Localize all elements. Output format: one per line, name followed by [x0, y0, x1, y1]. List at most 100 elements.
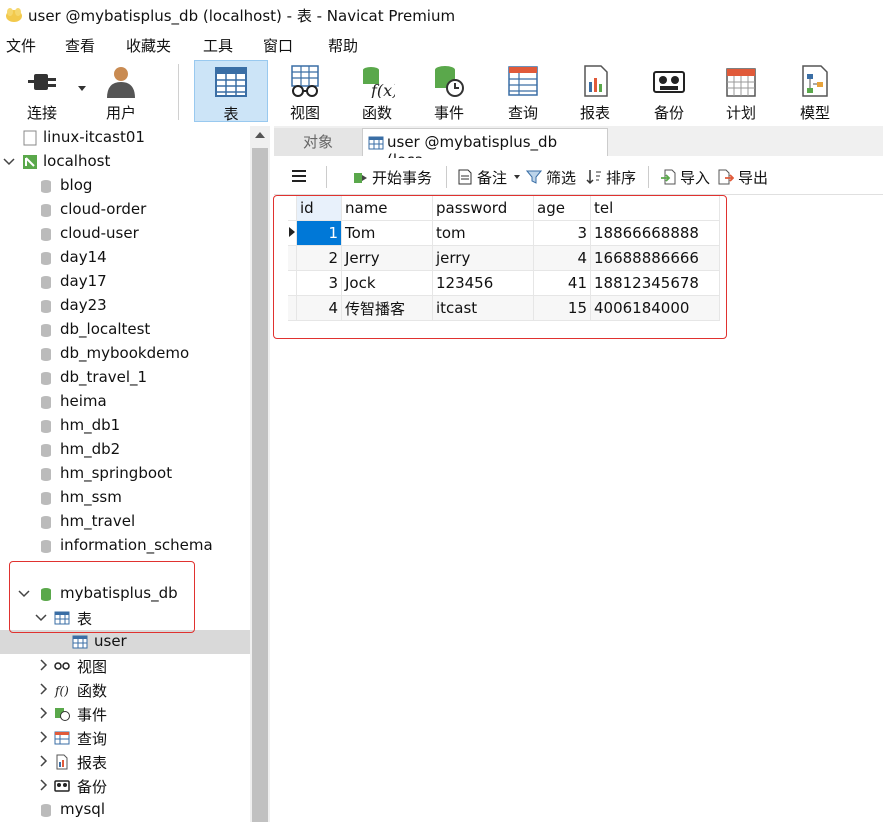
database-label: hm_springboot	[60, 464, 173, 482]
import-icon	[661, 169, 676, 185]
comment-button[interactable]: 备注	[458, 166, 522, 188]
database-label: day14	[60, 248, 107, 266]
backup-icon	[653, 71, 685, 93]
database-cloud-user[interactable]: cloud-user	[0, 222, 250, 246]
report-button[interactable]: 报表	[562, 60, 628, 122]
query-label: 查询	[507, 104, 538, 122]
database-db_travel_1[interactable]: db_travel_1	[0, 366, 250, 390]
folder-reports[interactable]: 报表	[0, 750, 250, 774]
backup-button[interactable]: 备份	[636, 60, 702, 122]
database-blog[interactable]: blog	[0, 174, 250, 198]
chevron-right-icon[interactable]	[37, 778, 49, 792]
connect-button[interactable]: 连接	[8, 60, 88, 122]
navicat-logo-icon	[6, 8, 22, 22]
database-label: day17	[60, 272, 107, 290]
database-db_localtest[interactable]: db_localtest	[0, 318, 250, 342]
folder-views[interactable]: 视图	[0, 654, 250, 678]
menu-tools[interactable]: 工具	[203, 35, 233, 56]
dropdown-arrow-icon[interactable]	[514, 175, 520, 179]
database-label: db_localtest	[60, 320, 151, 338]
database-day23[interactable]: day23	[0, 294, 250, 318]
database-icon	[41, 516, 51, 529]
database-heima[interactable]: heima	[0, 390, 250, 414]
model-button[interactable]: 模型	[782, 60, 848, 122]
menu-view[interactable]: 查看	[65, 35, 95, 56]
table-user[interactable]: user	[0, 630, 250, 654]
event-icon	[55, 708, 70, 721]
database-day17[interactable]: day17	[0, 270, 250, 294]
function-icon: f(x)	[363, 67, 395, 98]
chevron-right-icon[interactable]	[37, 754, 49, 768]
view-label: 视图	[289, 104, 320, 122]
dropdown-arrow-icon[interactable]	[78, 86, 86, 91]
schedule-button[interactable]: 计划	[708, 60, 774, 122]
folder-queries[interactable]: 查询	[0, 726, 250, 750]
export-label: 导出	[738, 169, 769, 187]
table-button[interactable]: 表	[194, 60, 268, 123]
database-icon	[41, 180, 51, 193]
database-label: cloud-user	[60, 224, 139, 242]
view-button[interactable]: 视图	[272, 60, 338, 122]
database-hm_springboot[interactable]: hm_springboot	[0, 462, 250, 486]
function-button[interactable]: f(x) 函数	[344, 60, 410, 122]
chevron-right-icon[interactable]	[37, 706, 49, 720]
folder-events[interactable]: 事件	[0, 702, 250, 726]
database-icon	[41, 540, 51, 553]
chevron-right-icon[interactable]	[37, 658, 49, 672]
scroll-up-arrow-icon[interactable]	[255, 132, 265, 138]
function-icon: f()	[54, 684, 69, 698]
folder-functions[interactable]: f() 函数	[0, 678, 250, 702]
database-hm_db1[interactable]: hm_db1	[0, 414, 250, 438]
sort-button[interactable]: 排序	[586, 166, 640, 188]
chevron-down-icon[interactable]	[3, 154, 15, 168]
menu-help[interactable]: 帮助	[328, 35, 358, 56]
filter-button[interactable]: 筛选	[526, 166, 580, 188]
hamburger-menu-icon[interactable]	[292, 170, 306, 182]
tab-objects[interactable]: 对象	[274, 128, 362, 156]
report-icon	[56, 754, 68, 770]
chevron-right-icon[interactable]	[37, 730, 49, 744]
database-information_schema[interactable]: information_schema	[0, 534, 250, 558]
table-icon	[215, 67, 247, 97]
user-button[interactable]: 用户	[92, 60, 150, 122]
database-label: heima	[60, 392, 107, 410]
import-button[interactable]: 导入	[660, 166, 714, 188]
database-db_mybookdemo[interactable]: db_mybookdemo	[0, 342, 250, 366]
svg-text:f(x): f(x)	[370, 81, 395, 98]
database-hm_travel[interactable]: hm_travel	[0, 510, 250, 534]
event-button[interactable]: 事件	[416, 60, 482, 122]
backup-icon	[54, 780, 70, 792]
report-icon	[584, 65, 608, 97]
sidebar-scrollbar[interactable]	[250, 126, 270, 822]
database-icon	[41, 468, 51, 481]
connection-linux-itcast01[interactable]: linux-itcast01	[0, 126, 250, 150]
tab-user-table[interactable]: user @mybatisplus_db (locа...	[362, 128, 608, 169]
database-mysql[interactable]: mysql	[0, 798, 250, 822]
model-icon	[802, 65, 828, 97]
menu-favorites[interactable]: 收藏夹	[126, 35, 171, 56]
view-icon	[54, 662, 70, 670]
database-day14[interactable]: day14	[0, 246, 250, 270]
database-hm_db2[interactable]: hm_db2	[0, 438, 250, 462]
schedule-label: 计划	[725, 104, 756, 122]
database-hm_ssm[interactable]: hm_ssm	[0, 486, 250, 510]
user-icon	[107, 67, 135, 98]
begin-transaction-label: 开始事务	[372, 169, 433, 187]
folder-backups[interactable]: 备份	[0, 774, 250, 798]
export-button[interactable]: 导出	[718, 166, 772, 188]
database-cloud-order[interactable]: cloud-order	[0, 198, 250, 222]
menu-window[interactable]: 窗口	[263, 35, 293, 56]
backup-label: 备份	[653, 104, 684, 122]
table-icon	[72, 635, 88, 649]
database-icon	[41, 324, 51, 337]
database-icon	[41, 492, 51, 505]
query-button[interactable]: 查询	[490, 60, 556, 122]
connection-localhost[interactable]: localhost	[0, 150, 250, 174]
database-icon	[41, 372, 51, 385]
menu-file[interactable]: 文件	[6, 35, 36, 56]
scrollbar-thumb[interactable]	[252, 148, 268, 822]
begin-transaction-button[interactable]: 开始事务	[352, 166, 440, 188]
view-icon	[291, 65, 319, 97]
chevron-right-icon[interactable]	[37, 682, 49, 696]
table-label: 表	[223, 105, 239, 123]
